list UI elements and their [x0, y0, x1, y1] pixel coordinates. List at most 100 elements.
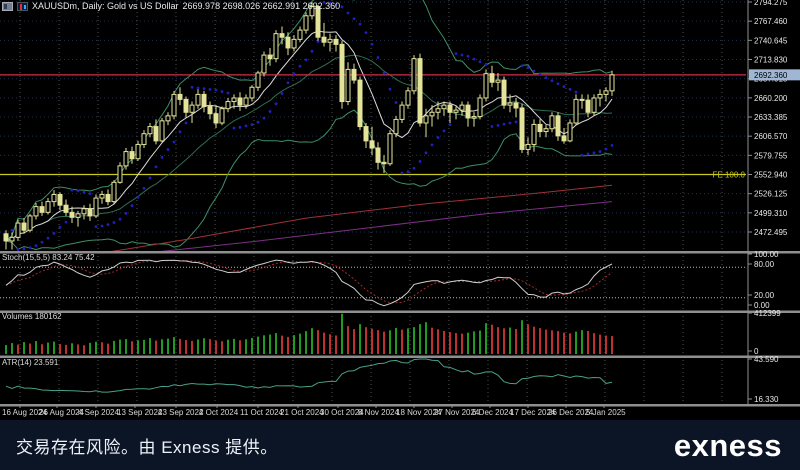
candle	[81, 208, 87, 215]
svg-text:2740.645: 2740.645	[754, 36, 788, 45]
candle	[333, 38, 339, 45]
candle	[603, 90, 609, 95]
svg-text:2633.385: 2633.385	[754, 113, 788, 122]
risk-disclaimer-text: 交易存在风险。由 Exness 提供。	[16, 437, 278, 457]
candle	[111, 181, 117, 203]
candle	[183, 98, 189, 113]
candle	[465, 104, 471, 119]
svg-text:43.590: 43.590	[754, 355, 779, 364]
candle	[15, 222, 21, 238]
candle	[3, 233, 9, 242]
candle	[501, 79, 507, 106]
svg-text:2552.940: 2552.940	[754, 171, 788, 180]
candle	[75, 213, 81, 218]
candle	[567, 122, 573, 142]
chart-area[interactable]: 2794.2752767.4602740.6452713.8302687.015…	[0, 0, 800, 420]
candle	[231, 97, 237, 103]
candle	[327, 38, 333, 43]
candle	[255, 72, 261, 88]
ma-purple	[160, 201, 613, 251]
candle	[201, 93, 207, 108]
chart-icon[interactable]	[17, 1, 28, 11]
atr-label: ATR(14) 23.591	[2, 358, 59, 367]
candle	[267, 54, 273, 60]
svg-text:412399: 412399	[754, 309, 781, 318]
price-axis: 2794.2752767.4602740.6452713.8302687.015…	[713, 0, 800, 405]
atr-line	[5, 358, 613, 393]
time-axis: 16 Aug 202426 Aug 20244 Sep 202413 Sep 2…	[2, 405, 626, 417]
svg-text:5 Jan 2025: 5 Jan 2025	[586, 408, 626, 417]
candle	[171, 93, 177, 117]
svg-text:2606.570: 2606.570	[754, 132, 788, 141]
candle	[573, 98, 579, 124]
candle	[315, 5, 321, 38]
svg-text:FE 100.0: FE 100.0	[713, 171, 746, 180]
panel-separator[interactable]	[0, 404, 800, 407]
candle	[9, 236, 15, 242]
candle	[579, 98, 585, 101]
candle	[189, 104, 195, 113]
candle	[609, 74, 615, 92]
exness-footer: 交易存在风险。由 Exness 提供。 exness	[0, 420, 800, 470]
candle	[57, 193, 63, 206]
volumes-panel	[5, 313, 613, 354]
panel-separator[interactable]	[0, 251, 800, 254]
svg-text:11 Oct 2024: 11 Oct 2024	[240, 408, 284, 417]
candle	[543, 128, 549, 133]
candle	[369, 140, 375, 149]
candle	[63, 204, 69, 213]
candle	[261, 54, 267, 74]
svg-text:4 Sep 2024: 4 Sep 2024	[78, 408, 119, 417]
svg-text:2692.360: 2692.360	[754, 71, 788, 80]
candle	[555, 115, 561, 137]
panel-separator[interactable]	[0, 355, 800, 359]
candle	[291, 38, 297, 49]
price-chart-canvas[interactable]: 2794.2752767.4602740.6452713.8302687.015…	[0, 0, 800, 420]
candle	[213, 113, 219, 124]
candle	[537, 123, 543, 133]
candle	[141, 133, 147, 145]
chart-titlebar: XAUUSDm, Daily: Gold vs US Dollar 2669.9…	[2, 1, 340, 11]
exness-logo[interactable]: exness	[674, 430, 782, 461]
candle	[51, 193, 57, 203]
svg-text:2472.495: 2472.495	[754, 228, 788, 237]
candle	[591, 97, 597, 113]
candle	[207, 106, 213, 115]
ma-red	[111, 184, 613, 251]
candle	[549, 115, 555, 130]
candle	[285, 36, 291, 49]
atr-panel	[5, 358, 613, 393]
candle	[99, 193, 105, 199]
window-icon[interactable]	[2, 1, 13, 11]
svg-text:2499.310: 2499.310	[754, 209, 788, 218]
stochastic-panel	[0, 259, 746, 307]
candle	[489, 73, 495, 83]
candle	[177, 93, 183, 100]
svg-text:2767.460: 2767.460	[754, 17, 788, 26]
candle	[357, 79, 363, 128]
candle	[237, 97, 243, 106]
candle	[411, 58, 417, 92]
candle	[87, 208, 93, 217]
ohlc-values: 2669.978 2698.026 2662.991 2692.360	[182, 1, 341, 11]
candle	[39, 206, 45, 213]
candle	[135, 143, 141, 160]
candle	[147, 126, 153, 135]
candle	[195, 93, 201, 106]
candle	[405, 90, 411, 106]
candle	[471, 116, 477, 119]
candle	[525, 143, 531, 150]
candle	[477, 97, 483, 118]
volumes-label: Volumes 180162	[2, 312, 62, 321]
candle	[531, 123, 537, 145]
candle	[153, 126, 159, 142]
candle	[33, 206, 39, 217]
panel-separator[interactable]	[0, 310, 800, 314]
candle	[561, 135, 567, 142]
main-chart-layer	[0, 0, 746, 251]
svg-text:2526.125: 2526.125	[754, 190, 788, 199]
candle	[519, 107, 525, 150]
candle	[225, 101, 231, 110]
svg-text:2660.200: 2660.200	[754, 94, 788, 103]
svg-text:13 Sep 2024: 13 Sep 2024	[117, 408, 163, 417]
